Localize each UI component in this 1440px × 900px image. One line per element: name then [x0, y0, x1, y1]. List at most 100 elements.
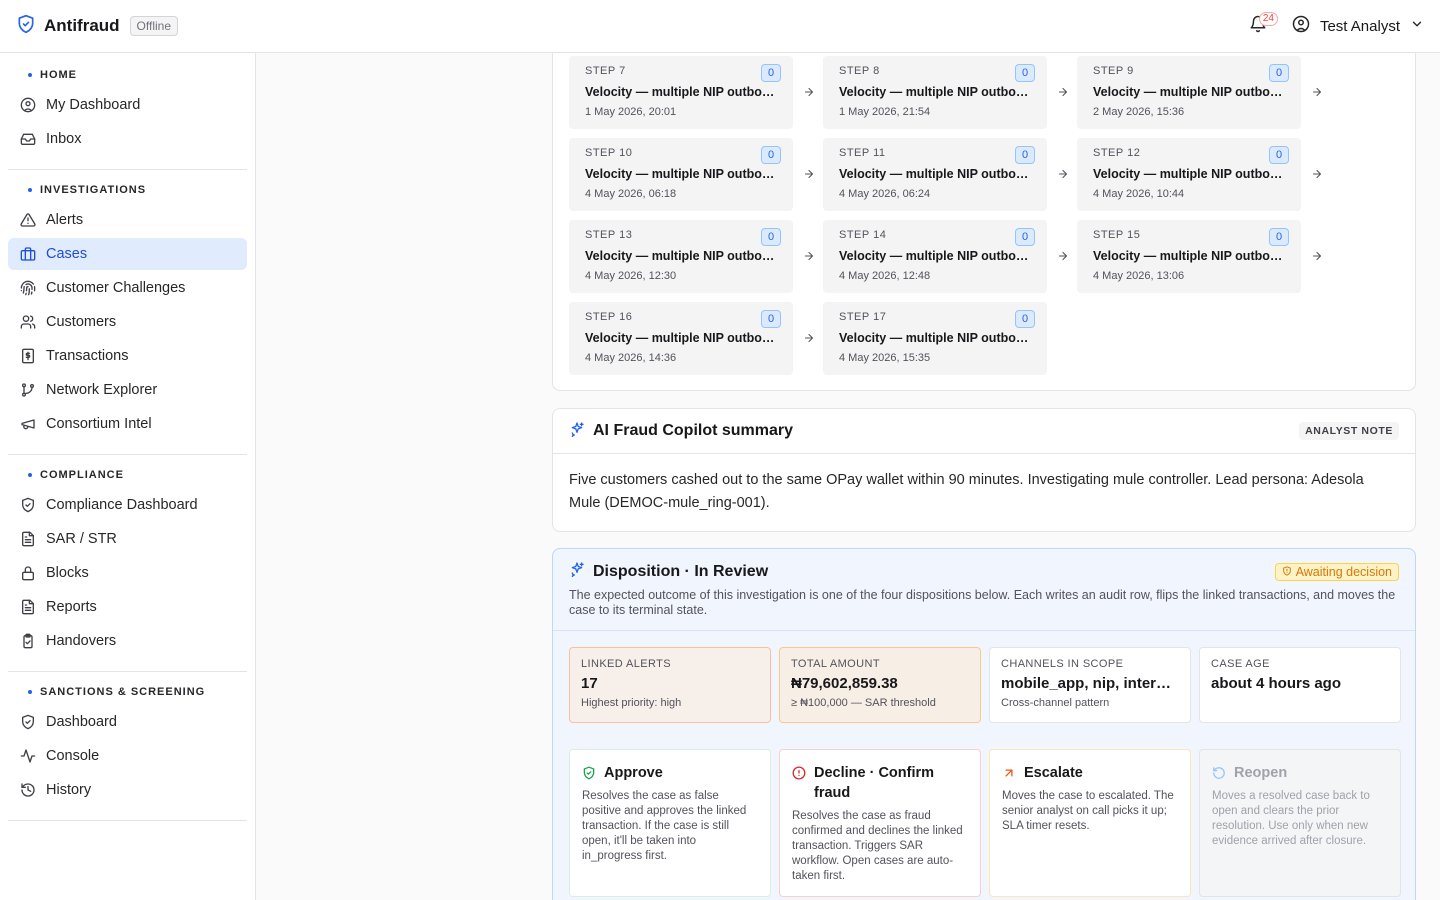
action-title: Reopen	[1234, 765, 1288, 781]
step-title: Velocity — multiple NIP outbou…	[1093, 85, 1287, 99]
timeline-step[interactable]: STEP 14 0 Velocity — multiple NIP outbou… 4…	[823, 220, 1047, 293]
app-title: Antifraud	[44, 16, 120, 35]
awaiting-decision-badge: Awaiting decision	[1274, 562, 1399, 581]
sidebar-item-investigations-cases[interactable]: Cases	[8, 238, 247, 270]
decline-confirm-fraud-action-button[interactable]: Decline · Confirm fraud Resolves the case…	[779, 749, 981, 897]
sidebar-item-compliance-compliance-dashboard[interactable]: Compliance Dashboard	[8, 489, 247, 521]
fingerprint-icon	[20, 280, 36, 296]
nav-section-investigations: INVESTIGATIONS Alerts Cases Customer Challe…	[8, 170, 247, 455]
timeline-step[interactable]: STEP 7 0 Velocity — multiple NIP outbou… 1 …	[569, 56, 793, 129]
step-alert-count: 0	[761, 64, 781, 82]
nav-section-heading: INVESTIGATIONS	[16, 180, 239, 202]
metric-label: TOTAL AMOUNT	[791, 658, 880, 670]
disposition-title: Disposition · In Review	[593, 562, 769, 580]
step-title: Velocity — multiple NIP outbou…	[839, 85, 1033, 99]
notification-count-badge: 24	[1258, 12, 1278, 26]
step-label: STEP 16	[585, 311, 633, 323]
step-alert-count: 0	[761, 228, 781, 246]
sidebar-item-compliance-sar-str[interactable]: SAR / STR	[8, 523, 247, 555]
step-date: 4 May 2026, 12:48	[839, 270, 931, 282]
nav-section-heading: COMPLIANCE	[16, 465, 239, 487]
sidebar-item-compliance-handovers[interactable]: Handovers	[8, 625, 247, 657]
timeline-step[interactable]: STEP 8 0 Velocity — multiple NIP outbou… 1 …	[823, 56, 1047, 129]
shield-check-icon	[582, 763, 596, 780]
section-dot	[28, 73, 32, 77]
sidebar-item-investigations-consortium-intel[interactable]: Consortium Intel	[8, 408, 247, 440]
sidebar-item-sanctions-screening-history[interactable]: History	[8, 774, 247, 806]
rotate-ccw-icon	[1212, 763, 1226, 780]
timeline-step[interactable]: STEP 13 0 Velocity — multiple NIP outbou… 4…	[569, 220, 793, 293]
user-menu[interactable]: Test Analyst	[1292, 15, 1424, 37]
arrow-right-icon	[1055, 248, 1071, 264]
step-label: STEP 13	[585, 229, 633, 241]
step-title: Velocity — multiple NIP outbou…	[839, 167, 1033, 181]
top-bar: Antifraud Offline 24 Test Analyst	[0, 0, 1440, 53]
history-icon	[20, 782, 36, 798]
section-dot	[28, 690, 32, 694]
sidebar-item-sanctions-screening-dashboard[interactable]: Dashboard	[8, 706, 247, 738]
sidebar-item-investigations-customer-challenges[interactable]: Customer Challenges	[8, 272, 247, 304]
escalate-action-button[interactable]: Escalate Moves the case to escalated. The…	[989, 749, 1191, 897]
sidebar-item-investigations-network-explorer[interactable]: Network Explorer	[8, 374, 247, 406]
notifications-button[interactable]: 24	[1242, 10, 1278, 42]
step-date: 4 May 2026, 15:35	[839, 352, 931, 364]
sidebar-item-sanctions-screening-console[interactable]: Console	[8, 740, 247, 772]
sidebar-item-label: Transactions	[46, 348, 129, 364]
step-label: STEP 8	[839, 65, 880, 77]
timeline-step[interactable]: STEP 12 0 Velocity — multiple NIP outbou… 4…	[1077, 138, 1301, 211]
step-alert-count: 0	[1015, 310, 1035, 328]
step-alert-count: 0	[1015, 228, 1035, 246]
timeline-step[interactable]: STEP 16 0 Velocity — multiple NIP outbou… 4…	[569, 302, 793, 375]
offline-badge: Offline	[129, 16, 179, 36]
arrow-right-icon	[1055, 84, 1071, 100]
step-label: STEP 7	[585, 65, 626, 77]
nav-section-heading: SANCTIONS & SCREENING	[16, 682, 239, 704]
nav-section-sanctions-screening: SANCTIONS & SCREENING Dashboard Console His…	[8, 672, 247, 821]
sparkles-icon	[569, 421, 585, 442]
action-description: Moves a resolved case back to open and c…	[1212, 790, 1370, 847]
timeline-step[interactable]: STEP 15 0 Velocity — multiple NIP outbou… 4…	[1077, 220, 1301, 293]
disposition-card: Disposition · In Review Awaiting decisio…	[552, 548, 1416, 900]
sidebar-item-compliance-blocks[interactable]: Blocks	[8, 557, 247, 589]
user-circle-icon	[20, 97, 36, 113]
timeline-step[interactable]: STEP 10 0 Velocity — multiple NIP outbou… 4…	[569, 138, 793, 211]
action-title: Decline · Confirm fraud	[814, 765, 935, 801]
approve-action-button[interactable]: Approve Resolves the case as false positi…	[569, 749, 771, 897]
sidebar-item-label: Cases	[46, 246, 88, 262]
step-label: STEP 11	[839, 147, 886, 159]
metric-value: mobile_app, nip, interne…	[1001, 675, 1179, 692]
sidebar-item-compliance-reports[interactable]: Reports	[8, 591, 247, 623]
shield-warning-icon	[1282, 565, 1292, 579]
timeline-step[interactable]: STEP 9 0 Velocity — multiple NIP outbou… 2 …	[1077, 56, 1301, 129]
sidebar-item-label: Reports	[46, 599, 97, 615]
arrow-right-icon	[801, 330, 817, 346]
action-description: Resolves the case as false positive and …	[582, 790, 747, 862]
step-title: Velocity — multiple NIP outbou…	[585, 331, 779, 345]
metric-label: LINKED ALERTS	[581, 658, 671, 670]
timeline-step[interactable]: STEP 11 0 Velocity — multiple NIP outbou… 4…	[823, 138, 1047, 211]
briefcase-icon	[20, 246, 36, 262]
section-dot	[28, 188, 32, 192]
action-title: Escalate	[1024, 765, 1083, 781]
git-branch-icon	[20, 382, 36, 398]
timeline-step[interactable]: STEP 17 0 Velocity — multiple NIP outbou… 4…	[823, 302, 1047, 375]
users-icon	[20, 314, 36, 330]
shield-logo-icon	[16, 14, 36, 39]
sidebar-item-label: Blocks	[46, 565, 89, 581]
user-name: Test Analyst	[1319, 17, 1400, 35]
clipboard-check-icon	[20, 633, 36, 649]
sidebar-item-investigations-customers[interactable]: Customers	[8, 306, 247, 338]
awaiting-decision-label: Awaiting decision	[1295, 564, 1392, 579]
step-title: Velocity — multiple NIP outbou…	[585, 85, 779, 99]
metric-label: CHANNELS IN SCOPE	[1001, 658, 1124, 670]
sidebar-item-investigations-alerts[interactable]: Alerts	[8, 204, 247, 236]
sidebar: HOME My Dashboard Inbox INVESTIGATIONS Alert…	[0, 53, 256, 900]
step-date: 1 May 2026, 20:01	[585, 106, 677, 118]
reopen-action-button[interactable]: Reopen Moves a resolved case back to open…	[1199, 749, 1401, 897]
sidebar-item-home-my-dashboard[interactable]: My Dashboard	[8, 89, 247, 121]
step-date: 4 May 2026, 06:18	[585, 188, 677, 200]
sidebar-item-home-inbox[interactable]: Inbox	[8, 123, 247, 155]
sidebar-item-investigations-transactions[interactable]: Transactions	[8, 340, 247, 372]
brand[interactable]: Antifraud Offline	[16, 14, 179, 39]
lock-icon	[20, 565, 36, 581]
